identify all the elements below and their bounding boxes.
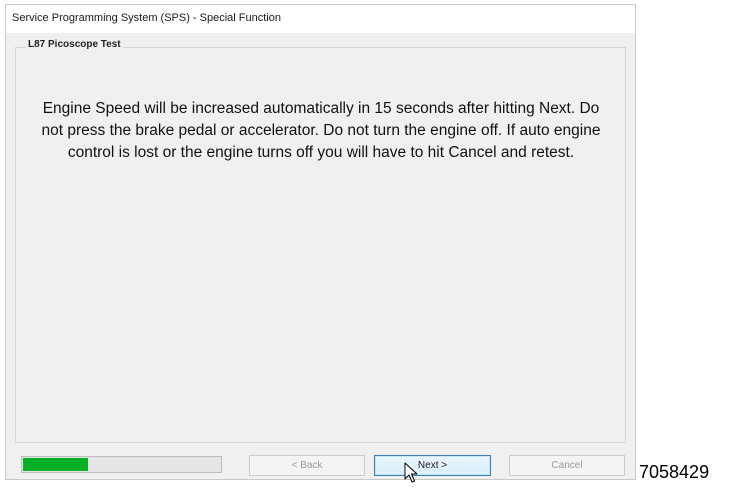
arrow-cursor-icon (404, 462, 418, 483)
sps-dialog-window: Service Programming System (SPS) - Speci… (5, 4, 636, 480)
group-label: L87 Picoscope Test (26, 39, 123, 50)
figure-id: 7058429 (639, 462, 710, 482)
back-button[interactable]: < Back (249, 455, 365, 476)
cancel-button[interactable]: Cancel (509, 455, 625, 476)
next-button[interactable]: Next > (374, 455, 491, 476)
progress-fill (23, 458, 88, 471)
progress-bar (21, 456, 222, 473)
window-title: Service Programming System (SPS) - Speci… (12, 12, 281, 24)
title-bar: Service Programming System (SPS) - Speci… (6, 5, 635, 33)
instruction-message: Engine Speed will be increased automatic… (41, 100, 601, 161)
